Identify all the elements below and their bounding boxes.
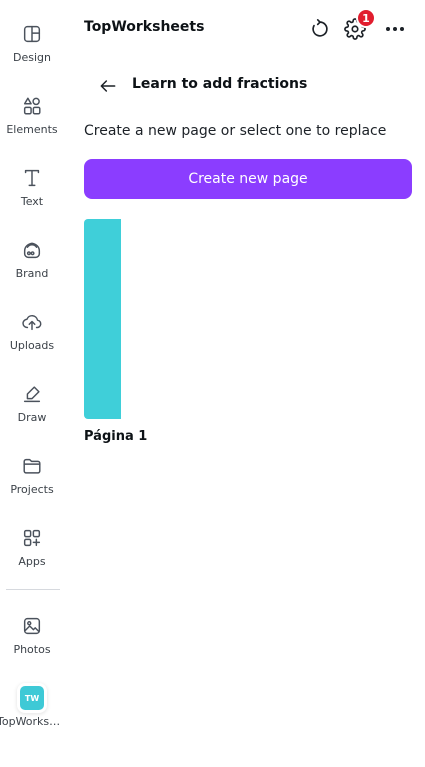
- sidebar-item-label: Elements: [6, 123, 58, 136]
- instruction-text: Create a new page or select one to repla…: [84, 123, 387, 139]
- text-icon: [20, 166, 44, 190]
- sidebar-item-label: Draw: [17, 411, 47, 424]
- sidebar-item-apps[interactable]: Apps: [0, 518, 64, 582]
- more-dots-icon: [400, 27, 404, 31]
- cloud-upload-icon: [20, 310, 44, 334]
- page-thumbnail[interactable]: [84, 219, 121, 419]
- document-title: Learn to add fractions: [132, 76, 308, 92]
- arrow-left-icon: [98, 76, 118, 96]
- pen-icon: [20, 382, 44, 406]
- layout-icon: [20, 22, 44, 46]
- sidebar-item-brand[interactable]: Brand: [0, 230, 64, 294]
- sidebar-item-label: TopWorksheets: [0, 715, 67, 728]
- brand-icon: [20, 238, 44, 262]
- more-options-button[interactable]: [386, 27, 404, 31]
- sidebar-item-label: Design: [13, 51, 51, 64]
- more-dots-icon: [386, 27, 390, 31]
- more-dots-icon: [393, 27, 397, 31]
- left-sidebar: Design Elements Text Brand Uploads Draw: [0, 0, 67, 767]
- sidebar-item-label: Brand: [15, 267, 49, 280]
- refresh-icon: [309, 18, 331, 40]
- sidebar-item-label: Text: [20, 195, 44, 208]
- sidebar-item-draw[interactable]: Draw: [0, 374, 64, 438]
- sidebar-item-projects[interactable]: Projects: [0, 446, 64, 510]
- topworksheets-app-icon: TW: [20, 686, 44, 710]
- sidebar-item-label: Photos: [13, 643, 51, 656]
- create-new-page-button[interactable]: Create new page: [84, 159, 412, 199]
- image-icon: [20, 614, 44, 638]
- sidebar-item-text[interactable]: Text: [0, 158, 64, 222]
- sidebar-item-label: Projects: [10, 483, 54, 496]
- sidebar-item-topworksheets[interactable]: TW TopWorksheets: [0, 678, 67, 742]
- sidebar-item-elements[interactable]: Elements: [0, 86, 64, 150]
- refresh-button[interactable]: [305, 14, 335, 44]
- app-title: TopWorksheets: [84, 19, 205, 35]
- back-button[interactable]: [94, 72, 122, 100]
- sidebar-item-photos[interactable]: Photos: [0, 606, 64, 670]
- sidebar-divider: [6, 589, 60, 590]
- notification-badge: 1: [356, 8, 376, 28]
- apps-icon: [20, 526, 44, 550]
- sidebar-item-design[interactable]: Design: [0, 14, 64, 78]
- sidebar-item-uploads[interactable]: Uploads: [0, 302, 64, 366]
- sidebar-item-label: Apps: [18, 555, 46, 568]
- sidebar-item-label: Uploads: [9, 339, 55, 352]
- folder-icon: [20, 454, 44, 478]
- shapes-icon: [20, 94, 44, 118]
- page-label: Página 1: [84, 429, 148, 444]
